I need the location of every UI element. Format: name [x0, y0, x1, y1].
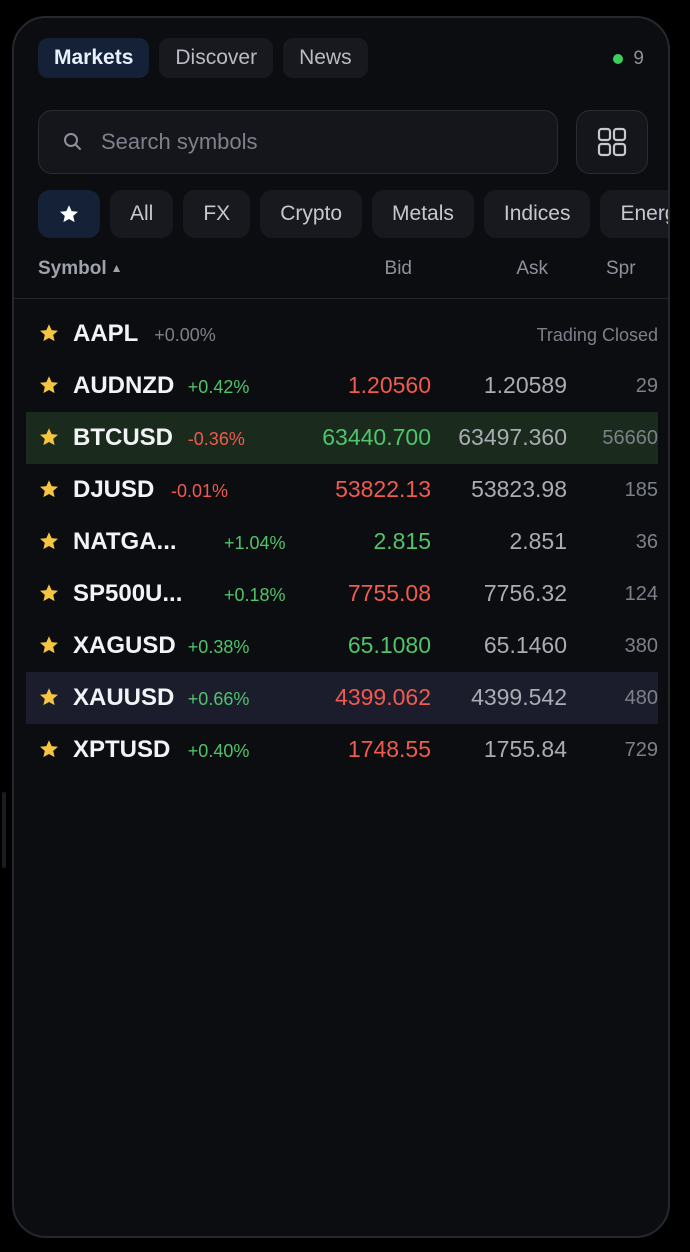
search-icon — [61, 130, 85, 154]
favorite-star-icon[interactable] — [38, 686, 60, 708]
favorite-star-icon[interactable] — [38, 478, 60, 500]
table-row[interactable]: NATGA... +1.04% 2.815 2.851 36 — [26, 516, 658, 568]
tab-discover[interactable]: Discover — [159, 38, 274, 78]
row-ask[interactable]: 53823.98 — [471, 476, 567, 503]
row-change: +0.66% — [187, 689, 250, 709]
table-row[interactable]: AAPL +0.00% Trading Closed — [26, 308, 658, 360]
row-change: +0.18% — [224, 585, 286, 605]
grid-view-button[interactable] — [576, 110, 648, 174]
row-symbol: AUDNZD — [73, 372, 175, 399]
app-window: Markets Discover News 9 All FX Crypto Me… — [12, 16, 670, 1238]
row-symbol: BTCUSD — [73, 424, 173, 451]
column-symbol[interactable]: Symbol ▲ — [38, 258, 123, 280]
table-header: Symbol ▲ Bid Ask Spr — [14, 258, 668, 298]
row-bid[interactable]: 53822.13 — [335, 476, 431, 503]
status-dot — [613, 54, 624, 64]
favorite-star-icon[interactable] — [38, 582, 60, 604]
status-count: 9 — [633, 48, 644, 69]
row-status: Trading Closed — [536, 325, 658, 345]
row-change: +0.42% — [187, 377, 250, 397]
row-spread: 185 — [624, 479, 658, 501]
table-row[interactable]: SP500U... +0.18% 7755.08 7756.32 124 — [26, 568, 658, 620]
table-row[interactable]: XAGUSD +0.38% 65.1080 65.1460 380 — [26, 620, 658, 672]
table-row[interactable]: XAUUSD +0.66% 4399.062 4399.542 480 — [26, 672, 658, 724]
row-spread: 729 — [624, 739, 658, 761]
row-change: -0.01% — [171, 481, 229, 501]
star-icon — [60, 205, 78, 223]
grid-icon — [597, 127, 627, 157]
favorite-star-icon[interactable] — [38, 634, 60, 656]
row-symbol: AAPL — [73, 320, 139, 347]
favorite-star-icon[interactable] — [38, 738, 60, 760]
side-handle — [2, 792, 6, 868]
row-ask[interactable]: 1.20589 — [484, 372, 567, 399]
top-tabs: Markets Discover News — [38, 38, 368, 78]
symbol-list: AAPL +0.00% Trading Closed AUDNZD +0.42% 1.20… — [26, 308, 658, 776]
chip-energy[interactable]: Energy — [600, 190, 668, 238]
row-bid[interactable]: 65.1080 — [348, 632, 431, 659]
row-change: +0.00% — [154, 325, 216, 345]
favorite-star-icon[interactable] — [38, 322, 60, 344]
row-ask[interactable]: 65.1460 — [484, 632, 567, 659]
connection-status: 9 — [613, 48, 644, 70]
row-spread: 29 — [635, 375, 658, 397]
table-row[interactable]: BTCUSD -0.36% 63440.700 63497.360 56660 — [26, 412, 658, 464]
row-bid[interactable]: 1748.55 — [348, 736, 431, 763]
row-symbol: XPTUSD — [73, 736, 171, 763]
search-input[interactable] — [99, 128, 557, 156]
row-ask[interactable]: 1755.84 — [484, 736, 567, 763]
table-row[interactable]: XPTUSD +0.40% 1748.55 1755.84 729 — [26, 724, 658, 776]
chip-all[interactable]: All — [110, 190, 174, 238]
row-symbol: DJUSD — [73, 476, 155, 503]
row-change: +1.04% — [224, 533, 286, 553]
row-ask[interactable]: 2.851 — [509, 528, 567, 555]
chip-metals[interactable]: Metals — [372, 190, 474, 238]
chip-indices[interactable]: Indices — [483, 190, 591, 238]
sort-asc-icon: ▲ — [110, 261, 123, 275]
search-box[interactable] — [38, 110, 558, 174]
row-symbol: NATGA... — [73, 528, 177, 555]
chip-fx[interactable]: FX — [183, 190, 251, 238]
chip-crypto[interactable]: Crypto — [260, 190, 363, 238]
row-bid[interactable]: 2.815 — [373, 528, 431, 555]
row-change: -0.36% — [187, 429, 245, 449]
filter-chips: All FX Crypto Metals Indices Energy — [38, 190, 668, 238]
row-ask[interactable]: 63497.360 — [458, 424, 567, 451]
column-ask[interactable]: Ask — [516, 258, 548, 280]
row-symbol: SP500U... — [73, 580, 183, 607]
favorite-star-icon[interactable] — [38, 426, 60, 448]
row-symbol: XAUUSD — [73, 684, 175, 711]
favorite-star-icon[interactable] — [38, 374, 60, 396]
column-symbol-label: Symbol — [38, 258, 107, 279]
header-divider — [14, 298, 668, 299]
row-symbol: XAGUSD — [73, 632, 176, 659]
chip-favorites[interactable] — [38, 190, 100, 238]
row-change: +0.38% — [187, 637, 250, 657]
row-ask[interactable]: 7756.32 — [484, 580, 567, 607]
row-change: +0.40% — [187, 741, 250, 761]
row-bid[interactable]: 7755.08 — [348, 580, 431, 607]
row-spread: 480 — [624, 687, 658, 709]
row-bid[interactable]: 1.20560 — [348, 372, 431, 399]
row-spread: 36 — [635, 531, 658, 553]
row-spread: 380 — [624, 635, 658, 657]
column-spread[interactable]: Spr — [606, 258, 636, 280]
column-bid[interactable]: Bid — [385, 258, 412, 280]
row-bid[interactable]: 4399.062 — [335, 684, 431, 711]
table-row[interactable]: DJUSD -0.01% 53822.13 53823.98 185 — [26, 464, 658, 516]
tab-news[interactable]: News — [283, 38, 368, 78]
tab-markets[interactable]: Markets — [38, 38, 150, 78]
favorite-star-icon[interactable] — [38, 530, 60, 552]
row-bid[interactable]: 63440.700 — [322, 424, 431, 451]
row-spread: 56660 — [602, 427, 658, 449]
row-spread: 124 — [624, 583, 658, 605]
row-ask[interactable]: 4399.542 — [471, 684, 567, 711]
table-row[interactable]: AUDNZD +0.42% 1.20560 1.20589 29 — [26, 360, 658, 412]
